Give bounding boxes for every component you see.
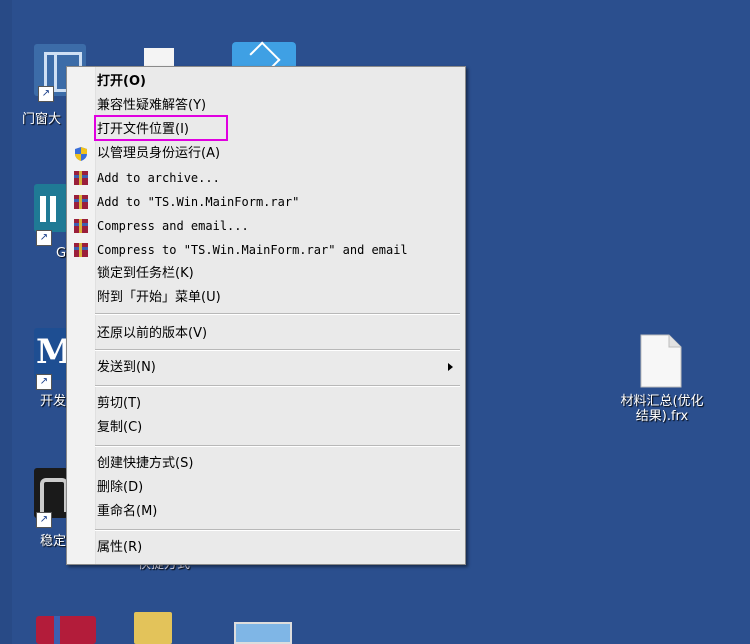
desktop-icon-folder[interactable] xyxy=(134,612,174,644)
menu-item-delete[interactable]: 删除(D) xyxy=(69,477,461,499)
menu-separator xyxy=(95,445,460,447)
desktop-icon-file-top[interactable] xyxy=(140,46,190,66)
menu-item-restore-versions[interactable]: 还原以前的版本(V) xyxy=(69,323,461,345)
app-icon xyxy=(34,184,68,232)
menu-item-label: 打开(O) xyxy=(97,74,146,89)
desktop-icon-blue-app[interactable] xyxy=(232,41,296,73)
desktop-icon-label: 开发 xyxy=(40,394,67,409)
app-icon: M xyxy=(34,328,74,380)
highlight-annotation-box xyxy=(94,115,228,141)
menu-separator xyxy=(95,385,460,387)
menu-item-rename[interactable]: 重命名(M) xyxy=(69,501,461,523)
desktop[interactable]: ↗ 门窗大 ↗ G M ↗ 开发 ↗ 稳定 快捷方式 xyxy=(0,0,750,644)
menu-item-pin-taskbar[interactable]: 锁定到任务栏(K) xyxy=(69,263,461,285)
menu-item-compat-troubleshoot[interactable]: 兼容性疑难解答(Y) xyxy=(69,95,461,117)
context-menu: 打开(O) 兼容性疑难解答(Y) 打开文件位置(I) 以管理员身份运行(A) A… xyxy=(66,66,466,565)
winrar-icon xyxy=(74,219,88,233)
app-icon xyxy=(34,468,68,518)
winrar-icon xyxy=(74,243,88,257)
blank-document-icon xyxy=(640,334,682,388)
shortcut-arrow-icon: ↗ xyxy=(36,512,52,528)
menu-item-cut[interactable]: 剪切(T) xyxy=(69,393,461,415)
menu-item-label: 属性(R) xyxy=(97,540,143,555)
menu-separator xyxy=(95,349,460,351)
shortcut-arrow-icon: ↗ xyxy=(36,374,52,390)
menu-item-label: 创建快捷方式(S) xyxy=(97,456,194,471)
menu-item-label: 兼容性疑难解答(Y) xyxy=(97,98,207,113)
winrar-icon xyxy=(74,171,88,185)
menu-item-copy[interactable]: 复制(C) xyxy=(69,417,461,439)
document-file-label: 材料汇总(优化结果).frx xyxy=(620,394,704,424)
menu-item-label: 剪切(T) xyxy=(97,396,142,411)
menu-item-run-as-admin[interactable]: 以管理员身份运行(A) xyxy=(69,143,461,165)
menu-item-label: 复制(C) xyxy=(97,420,143,435)
menu-item-label: Add to archive... xyxy=(97,171,220,185)
shortcut-arrow-icon: ↗ xyxy=(36,230,52,246)
menu-item-label: Add to "TS.Win.MainForm.rar" xyxy=(97,195,300,209)
menu-item-pin-start[interactable]: 附到「开始」菜单(U) xyxy=(69,287,461,309)
uac-shield-icon xyxy=(75,147,87,161)
menu-item-label: 发送到(N) xyxy=(97,360,156,375)
desktop-left-edge xyxy=(0,0,12,644)
menu-item-properties[interactable]: 属性(R) xyxy=(69,537,461,559)
menu-separator xyxy=(95,529,460,531)
submenu-arrow-icon xyxy=(448,363,453,371)
desktop-icon-label: 门窗大 xyxy=(22,112,62,127)
menu-item-label: Compress to "TS.Win.MainForm.rar" and em… xyxy=(97,243,408,257)
menu-item-label: Compress and email... xyxy=(97,219,249,233)
menu-item-add-to-rar[interactable]: Add to "TS.Win.MainForm.rar" xyxy=(69,191,461,213)
menu-item-add-to-archive[interactable]: Add to archive... xyxy=(69,167,461,189)
menu-item-send-to[interactable]: 发送到(N) xyxy=(69,357,461,379)
desktop-icon-winrar[interactable] xyxy=(36,612,96,644)
menu-item-label: 附到「开始」菜单(U) xyxy=(97,290,221,305)
menu-item-label: 还原以前的版本(V) xyxy=(97,326,208,341)
menu-item-create-shortcut[interactable]: 创建快捷方式(S) xyxy=(69,453,461,475)
document-file-icon[interactable] xyxy=(640,334,682,388)
menu-item-compress-email[interactable]: Compress and email... xyxy=(69,215,461,237)
shortcut-arrow-icon: ↗ xyxy=(38,86,54,102)
desktop-icon-label: 稳定 xyxy=(40,534,67,549)
desktop-icon-label: G xyxy=(56,246,67,261)
menu-item-open[interactable]: 打开(O) xyxy=(69,71,461,93)
menu-item-label: 以管理员身份运行(A) xyxy=(97,146,221,161)
menu-item-compress-to-rar-email[interactable]: Compress to "TS.Win.MainForm.rar" and em… xyxy=(69,239,461,261)
desktop-icon-image[interactable] xyxy=(234,622,294,644)
winrar-icon xyxy=(74,195,88,209)
menu-item-label: 锁定到任务栏(K) xyxy=(97,266,194,281)
menu-item-label: 重命名(M) xyxy=(97,504,158,519)
menu-separator xyxy=(95,313,460,315)
menu-item-label: 删除(D) xyxy=(97,480,144,495)
